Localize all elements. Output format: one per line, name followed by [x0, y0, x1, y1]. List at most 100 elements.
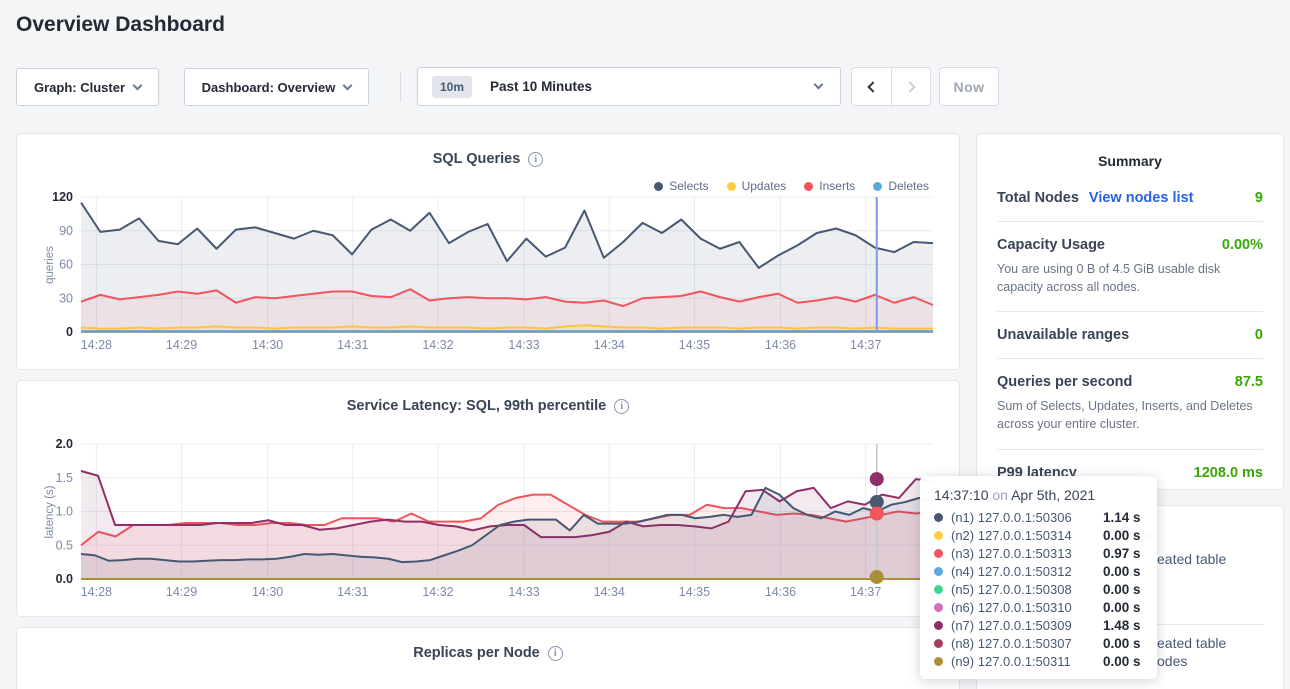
- node-latency-value: 0.00 s: [1103, 600, 1141, 615]
- summary-row-unavailable-ranges: Unavailable ranges 0: [997, 311, 1263, 358]
- node-address: (n2) 127.0.0.1:50314: [951, 528, 1072, 543]
- graph-dropdown[interactable]: Graph: Cluster: [16, 68, 159, 106]
- total-nodes-label: Total Nodes: [997, 190, 1079, 206]
- node-color-dot: [934, 513, 943, 522]
- svg-text:90: 90: [59, 224, 73, 238]
- node-latency-value: 0.00 s: [1103, 582, 1141, 597]
- node-latency-value: 0.00 s: [1103, 564, 1141, 579]
- p99-latency-value: 1208.0 ms: [1194, 465, 1263, 481]
- events-divider: [1157, 624, 1264, 625]
- svg-text:14:33: 14:33: [508, 338, 539, 352]
- sql-queries-chart[interactable]: 14:2814:2914:3014:3114:3214:3314:3414:35…: [49, 191, 949, 353]
- svg-text:0: 0: [66, 325, 73, 339]
- time-range-dropdown[interactable]: 10m Past 10 Minutes: [417, 67, 841, 106]
- summary-row-total-nodes: Total Nodes View nodes list 9: [997, 175, 1263, 221]
- tooltip-node-row: (n3) 127.0.0.1:503130.97 s: [934, 544, 1143, 562]
- tooltip-node-row: (n4) 127.0.0.1:50312 0.00 s: [934, 562, 1143, 580]
- chevron-down-icon: [343, 80, 353, 90]
- service-latency-chart[interactable]: 14:2814:2914:3014:3114:3214:3314:3414:35…: [49, 438, 949, 600]
- summary-panel: Summary Total Nodes View nodes list 9 Ca…: [976, 133, 1284, 490]
- node-address: (n4) 127.0.0.1:50312: [951, 564, 1072, 579]
- time-range-label: Past 10 Minutes: [490, 79, 592, 94]
- time-step-group: [851, 67, 931, 106]
- capacity-usage-value: 0.00%: [1222, 237, 1263, 253]
- node-color-dot: [934, 621, 943, 630]
- node-latency-value: 0.00 s: [1103, 528, 1141, 543]
- dashboard-dropdown-label: Dashboard: Overview: [202, 80, 336, 95]
- svg-text:14:31: 14:31: [337, 338, 368, 352]
- node-address: (n9) 127.0.0.1:50311: [951, 654, 1071, 669]
- node-color-dot: [934, 657, 943, 666]
- chevron-right-icon: [904, 81, 915, 92]
- node-latency-value: 0.00 s: [1103, 654, 1141, 669]
- node-address: (n6) 127.0.0.1:50310: [951, 600, 1072, 615]
- tooltip-timestamp: 14:37:10 on Apr 5th, 2021: [934, 487, 1143, 503]
- info-icon[interactable]: i: [548, 646, 563, 661]
- summary-row-capacity: Capacity Usage 0.00% You are using 0 B o…: [997, 221, 1263, 311]
- replicas-title-row: Replicas per Node i: [17, 645, 959, 661]
- svg-text:14:29: 14:29: [166, 338, 197, 352]
- event-item-fragment[interactable]: odes: [1157, 653, 1187, 669]
- capacity-usage-label: Capacity Usage: [997, 237, 1105, 253]
- event-item-fragment[interactable]: eated table: [1157, 551, 1226, 567]
- svg-text:14:35: 14:35: [679, 585, 710, 599]
- summary-title: Summary: [977, 134, 1283, 169]
- legend-dot: [804, 182, 813, 191]
- node-color-dot: [934, 567, 943, 576]
- total-nodes-value: 9: [1255, 190, 1263, 206]
- svg-text:14:36: 14:36: [765, 585, 796, 599]
- svg-text:14:32: 14:32: [422, 585, 453, 599]
- svg-text:14:37: 14:37: [850, 338, 881, 352]
- qps-description: Sum of Selects, Updates, Inserts, and De…: [997, 397, 1263, 433]
- toolbar-divider: [400, 72, 401, 102]
- unavailable-ranges-label: Unavailable ranges: [997, 327, 1129, 343]
- node-address: (n7) 127.0.0.1:50309: [951, 618, 1072, 633]
- sql-queries-card: SQL Queries i SelectsUpdatesInsertsDelet…: [16, 133, 960, 370]
- tooltip-node-row: (n9) 127.0.0.1:50311 0.00 s: [934, 652, 1143, 670]
- svg-text:14:34: 14:34: [594, 338, 625, 352]
- svg-text:60: 60: [59, 258, 73, 272]
- sql-queries-title: SQL Queries: [433, 151, 521, 167]
- chevron-down-icon: [814, 80, 824, 90]
- node-color-dot: [934, 531, 943, 540]
- svg-text:14:28: 14:28: [81, 585, 112, 599]
- svg-text:1.5: 1.5: [56, 471, 73, 485]
- qps-value: 87.5: [1235, 374, 1263, 390]
- svg-text:14:30: 14:30: [252, 585, 283, 599]
- replicas-per-node-card: Replicas per Node i: [16, 627, 960, 689]
- tooltip-node-row: (n2) 127.0.0.1:50314 0.00 s: [934, 526, 1143, 544]
- event-item-fragment[interactable]: eated table: [1157, 635, 1226, 651]
- info-icon[interactable]: i: [614, 399, 629, 414]
- dashboard-dropdown[interactable]: Dashboard: Overview: [184, 68, 369, 106]
- node-color-dot: [934, 603, 943, 612]
- node-color-dot: [934, 585, 943, 594]
- svg-text:14:29: 14:29: [166, 585, 197, 599]
- graph-dropdown-label: Graph: Cluster: [34, 80, 125, 95]
- chevron-down-icon: [133, 80, 143, 90]
- service-latency-card: Service Latency: SQL, 99th percentile i …: [16, 380, 960, 617]
- tooltip-node-row: (n8) 127.0.0.1:503070.00 s: [934, 634, 1143, 652]
- svg-text:14:36: 14:36: [765, 338, 796, 352]
- info-icon[interactable]: i: [528, 152, 543, 167]
- node-address: (n3) 127.0.0.1:50313: [951, 546, 1072, 561]
- time-prev-button[interactable]: [852, 68, 891, 105]
- node-latency-value: 1.14 s: [1103, 510, 1141, 525]
- page-title: Overview Dashboard: [16, 13, 225, 37]
- svg-text:14:33: 14:33: [508, 585, 539, 599]
- svg-text:14:30: 14:30: [252, 338, 283, 352]
- svg-text:2.0: 2.0: [56, 438, 73, 451]
- view-nodes-list-link[interactable]: View nodes list: [1089, 190, 1194, 206]
- summary-rows: Total Nodes View nodes list 9 Capacity U…: [977, 169, 1283, 496]
- chart-hover-tooltip: 14:37:10 on Apr 5th, 2021 (n1) 127.0.0.1…: [920, 476, 1157, 679]
- svg-text:14:37: 14:37: [850, 585, 881, 599]
- service-latency-title-row: Service Latency: SQL, 99th percentile i: [17, 398, 959, 414]
- node-address: (n8) 127.0.0.1:50307: [951, 636, 1072, 651]
- legend-dot: [727, 182, 736, 191]
- time-next-button-disabled[interactable]: [891, 68, 930, 105]
- now-button[interactable]: Now: [939, 67, 999, 106]
- svg-text:0.0: 0.0: [56, 572, 73, 586]
- node-address: (n1) 127.0.0.1:50306: [951, 510, 1072, 525]
- svg-text:1.0: 1.0: [56, 505, 73, 519]
- replicas-title: Replicas per Node: [413, 645, 540, 661]
- svg-text:14:31: 14:31: [337, 585, 368, 599]
